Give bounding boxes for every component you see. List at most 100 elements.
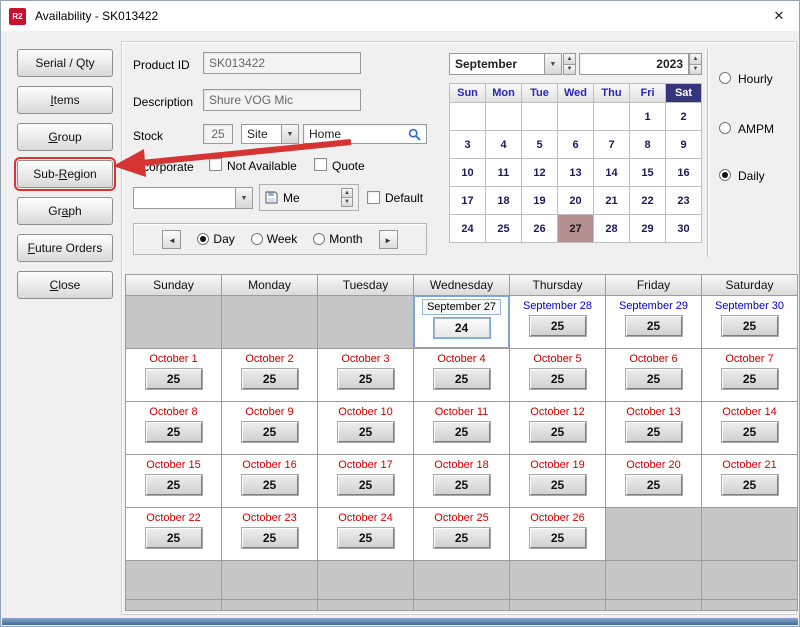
sidebar-button-items[interactable]: Items (17, 86, 113, 114)
availability-value-button[interactable]: 25 (146, 528, 202, 548)
mini-cal-day-9[interactable]: 9 (666, 131, 701, 158)
availability-value-button[interactable]: 25 (242, 369, 298, 389)
grid-cell-october-9[interactable]: October 925 (222, 402, 317, 454)
month-spinner[interactable] (563, 53, 576, 75)
availability-value-button[interactable]: 25 (434, 369, 490, 389)
mini-cal-day-12[interactable]: 12 (522, 159, 557, 186)
hourly-radio[interactable] (719, 72, 731, 84)
availability-value-button[interactable]: 25 (242, 422, 298, 442)
sidebar-button-close[interactable]: Close (17, 271, 113, 299)
availability-value-button[interactable]: 25 (626, 422, 682, 442)
mini-cal-day-1[interactable]: 1 (630, 103, 665, 130)
availability-value-button[interactable]: 25 (530, 528, 586, 548)
me-spinner[interactable] (341, 188, 353, 207)
availability-value-button[interactable]: 25 (626, 369, 682, 389)
mini-cal-day-13[interactable]: 13 (558, 159, 593, 186)
prev-period-button[interactable] (162, 230, 181, 249)
sidebar-button-future-orders[interactable]: Future Orders (17, 234, 113, 262)
default-checkbox[interactable] (367, 191, 380, 204)
availability-value-button[interactable]: 25 (338, 422, 394, 442)
availability-value-button[interactable]: 25 (242, 475, 298, 495)
grid-cell-october-2[interactable]: October 225 (222, 349, 317, 401)
chevron-down-icon[interactable] (235, 188, 252, 208)
mini-cal-day-18[interactable]: 18 (486, 187, 521, 214)
search-icon[interactable] (408, 128, 421, 141)
availability-value-button[interactable]: 25 (722, 316, 778, 336)
grid-cell-october-19[interactable]: October 1925 (510, 455, 605, 507)
grid-cell-october-3[interactable]: October 325 (318, 349, 413, 401)
availability-value-button[interactable]: 25 (338, 369, 394, 389)
availability-value-button[interactable]: 25 (626, 316, 682, 336)
year-field[interactable]: 2023 (579, 53, 689, 75)
product-id-field[interactable]: SK013422 (203, 52, 361, 74)
availability-value-button[interactable]: 25 (722, 422, 778, 442)
availability-value-button[interactable]: 25 (242, 528, 298, 548)
grid-cell-october-24[interactable]: October 2425 (318, 508, 413, 560)
grid-cell-october-23[interactable]: October 2325 (222, 508, 317, 560)
mini-cal-day-16[interactable]: 16 (666, 159, 701, 186)
availability-value-button[interactable]: 25 (146, 422, 202, 442)
grid-cell-october-10[interactable]: October 1025 (318, 402, 413, 454)
availability-value-button[interactable]: 25 (434, 528, 490, 548)
chevron-down-icon[interactable] (544, 54, 561, 74)
site-select[interactable]: Site (241, 124, 299, 144)
mini-cal-day-11[interactable]: 11 (486, 159, 521, 186)
month-select[interactable]: September (449, 53, 562, 75)
grid-cell-september-30[interactable]: September 3025 (702, 296, 797, 348)
availability-value-button[interactable]: 25 (434, 422, 490, 442)
year-spinner[interactable] (689, 53, 702, 75)
grid-cell-october-18[interactable]: October 1825 (414, 455, 509, 507)
grid-cell-october-4[interactable]: October 425 (414, 349, 509, 401)
grid-cell-october-13[interactable]: October 1325 (606, 402, 701, 454)
mini-cal-day-5[interactable]: 5 (522, 131, 557, 158)
ampm-radio[interactable] (719, 122, 731, 134)
mini-cal-day-25[interactable]: 25 (486, 215, 521, 242)
grid-cell-october-22[interactable]: October 2225 (126, 508, 221, 560)
grid-cell-october-14[interactable]: October 1425 (702, 402, 797, 454)
grid-cell-october-12[interactable]: October 1225 (510, 402, 605, 454)
availability-value-button[interactable]: 25 (530, 316, 586, 336)
mini-cal-day-7[interactable]: 7 (594, 131, 629, 158)
mini-cal-day-29[interactable]: 29 (630, 215, 665, 242)
me-button[interactable]: Me (259, 184, 359, 211)
availability-value-button[interactable]: 25 (530, 422, 586, 442)
availability-value-button[interactable]: 25 (338, 528, 394, 548)
mini-cal-day-21[interactable]: 21 (594, 187, 629, 214)
availability-value-button[interactable]: 25 (146, 475, 202, 495)
location-field[interactable]: Home (303, 124, 427, 144)
mini-cal-day-17[interactable]: 17 (450, 187, 485, 214)
grid-cell-october-1[interactable]: October 125 (126, 349, 221, 401)
availability-value-button[interactable]: 24 (434, 318, 490, 338)
grid-cell-october-8[interactable]: October 825 (126, 402, 221, 454)
mini-cal-day-19[interactable]: 19 (522, 187, 557, 214)
description-field[interactable]: Shure VOG Mic (203, 89, 361, 111)
availability-value-button[interactable]: 25 (722, 475, 778, 495)
grid-cell-october-17[interactable]: October 1725 (318, 455, 413, 507)
mini-cal-day-20[interactable]: 20 (558, 187, 593, 214)
availability-value-button[interactable]: 25 (146, 369, 202, 389)
mini-cal-day-6[interactable]: 6 (558, 131, 593, 158)
sidebar-button-serial-qty[interactable]: Serial / Qty (17, 49, 113, 77)
grid-cell-october-20[interactable]: October 2025 (606, 455, 701, 507)
daily-radio[interactable] (719, 169, 731, 181)
mini-cal-day-3[interactable]: 3 (450, 131, 485, 158)
quote-checkbox[interactable] (314, 158, 327, 171)
sidebar-button-group[interactable]: Group (17, 123, 113, 151)
mini-cal-day-4[interactable]: 4 (486, 131, 521, 158)
mini-cal-day-28[interactable]: 28 (594, 215, 629, 242)
grid-cell-october-7[interactable]: October 725 (702, 349, 797, 401)
grid-cell-october-16[interactable]: October 1625 (222, 455, 317, 507)
sidebar-button-sub-region[interactable]: Sub-Region (17, 160, 113, 188)
week-radio[interactable] (251, 233, 263, 245)
day-radio[interactable] (197, 233, 209, 245)
grid-cell-october-15[interactable]: October 1525 (126, 455, 221, 507)
profile-select[interactable] (133, 187, 253, 209)
mini-cal-day-2[interactable]: 2 (666, 103, 701, 130)
mini-cal-day-14[interactable]: 14 (594, 159, 629, 186)
grid-cell-september-27[interactable]: September 2724 (414, 296, 509, 348)
availability-value-button[interactable]: 25 (722, 369, 778, 389)
grid-cell-october-11[interactable]: October 1125 (414, 402, 509, 454)
mini-cal-day-26[interactable]: 26 (522, 215, 557, 242)
stock-field[interactable]: 25 (203, 124, 233, 144)
mini-cal-day-8[interactable]: 8 (630, 131, 665, 158)
